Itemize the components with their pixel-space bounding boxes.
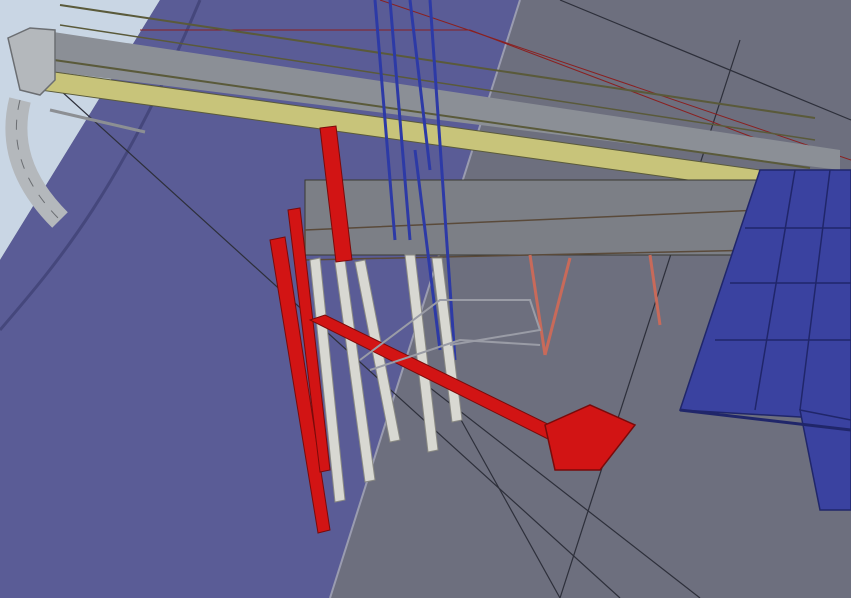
ship-loader-3d-render [0,0,851,598]
loader-platform [304,179,761,261]
cad-viewport[interactable] [0,0,851,598]
